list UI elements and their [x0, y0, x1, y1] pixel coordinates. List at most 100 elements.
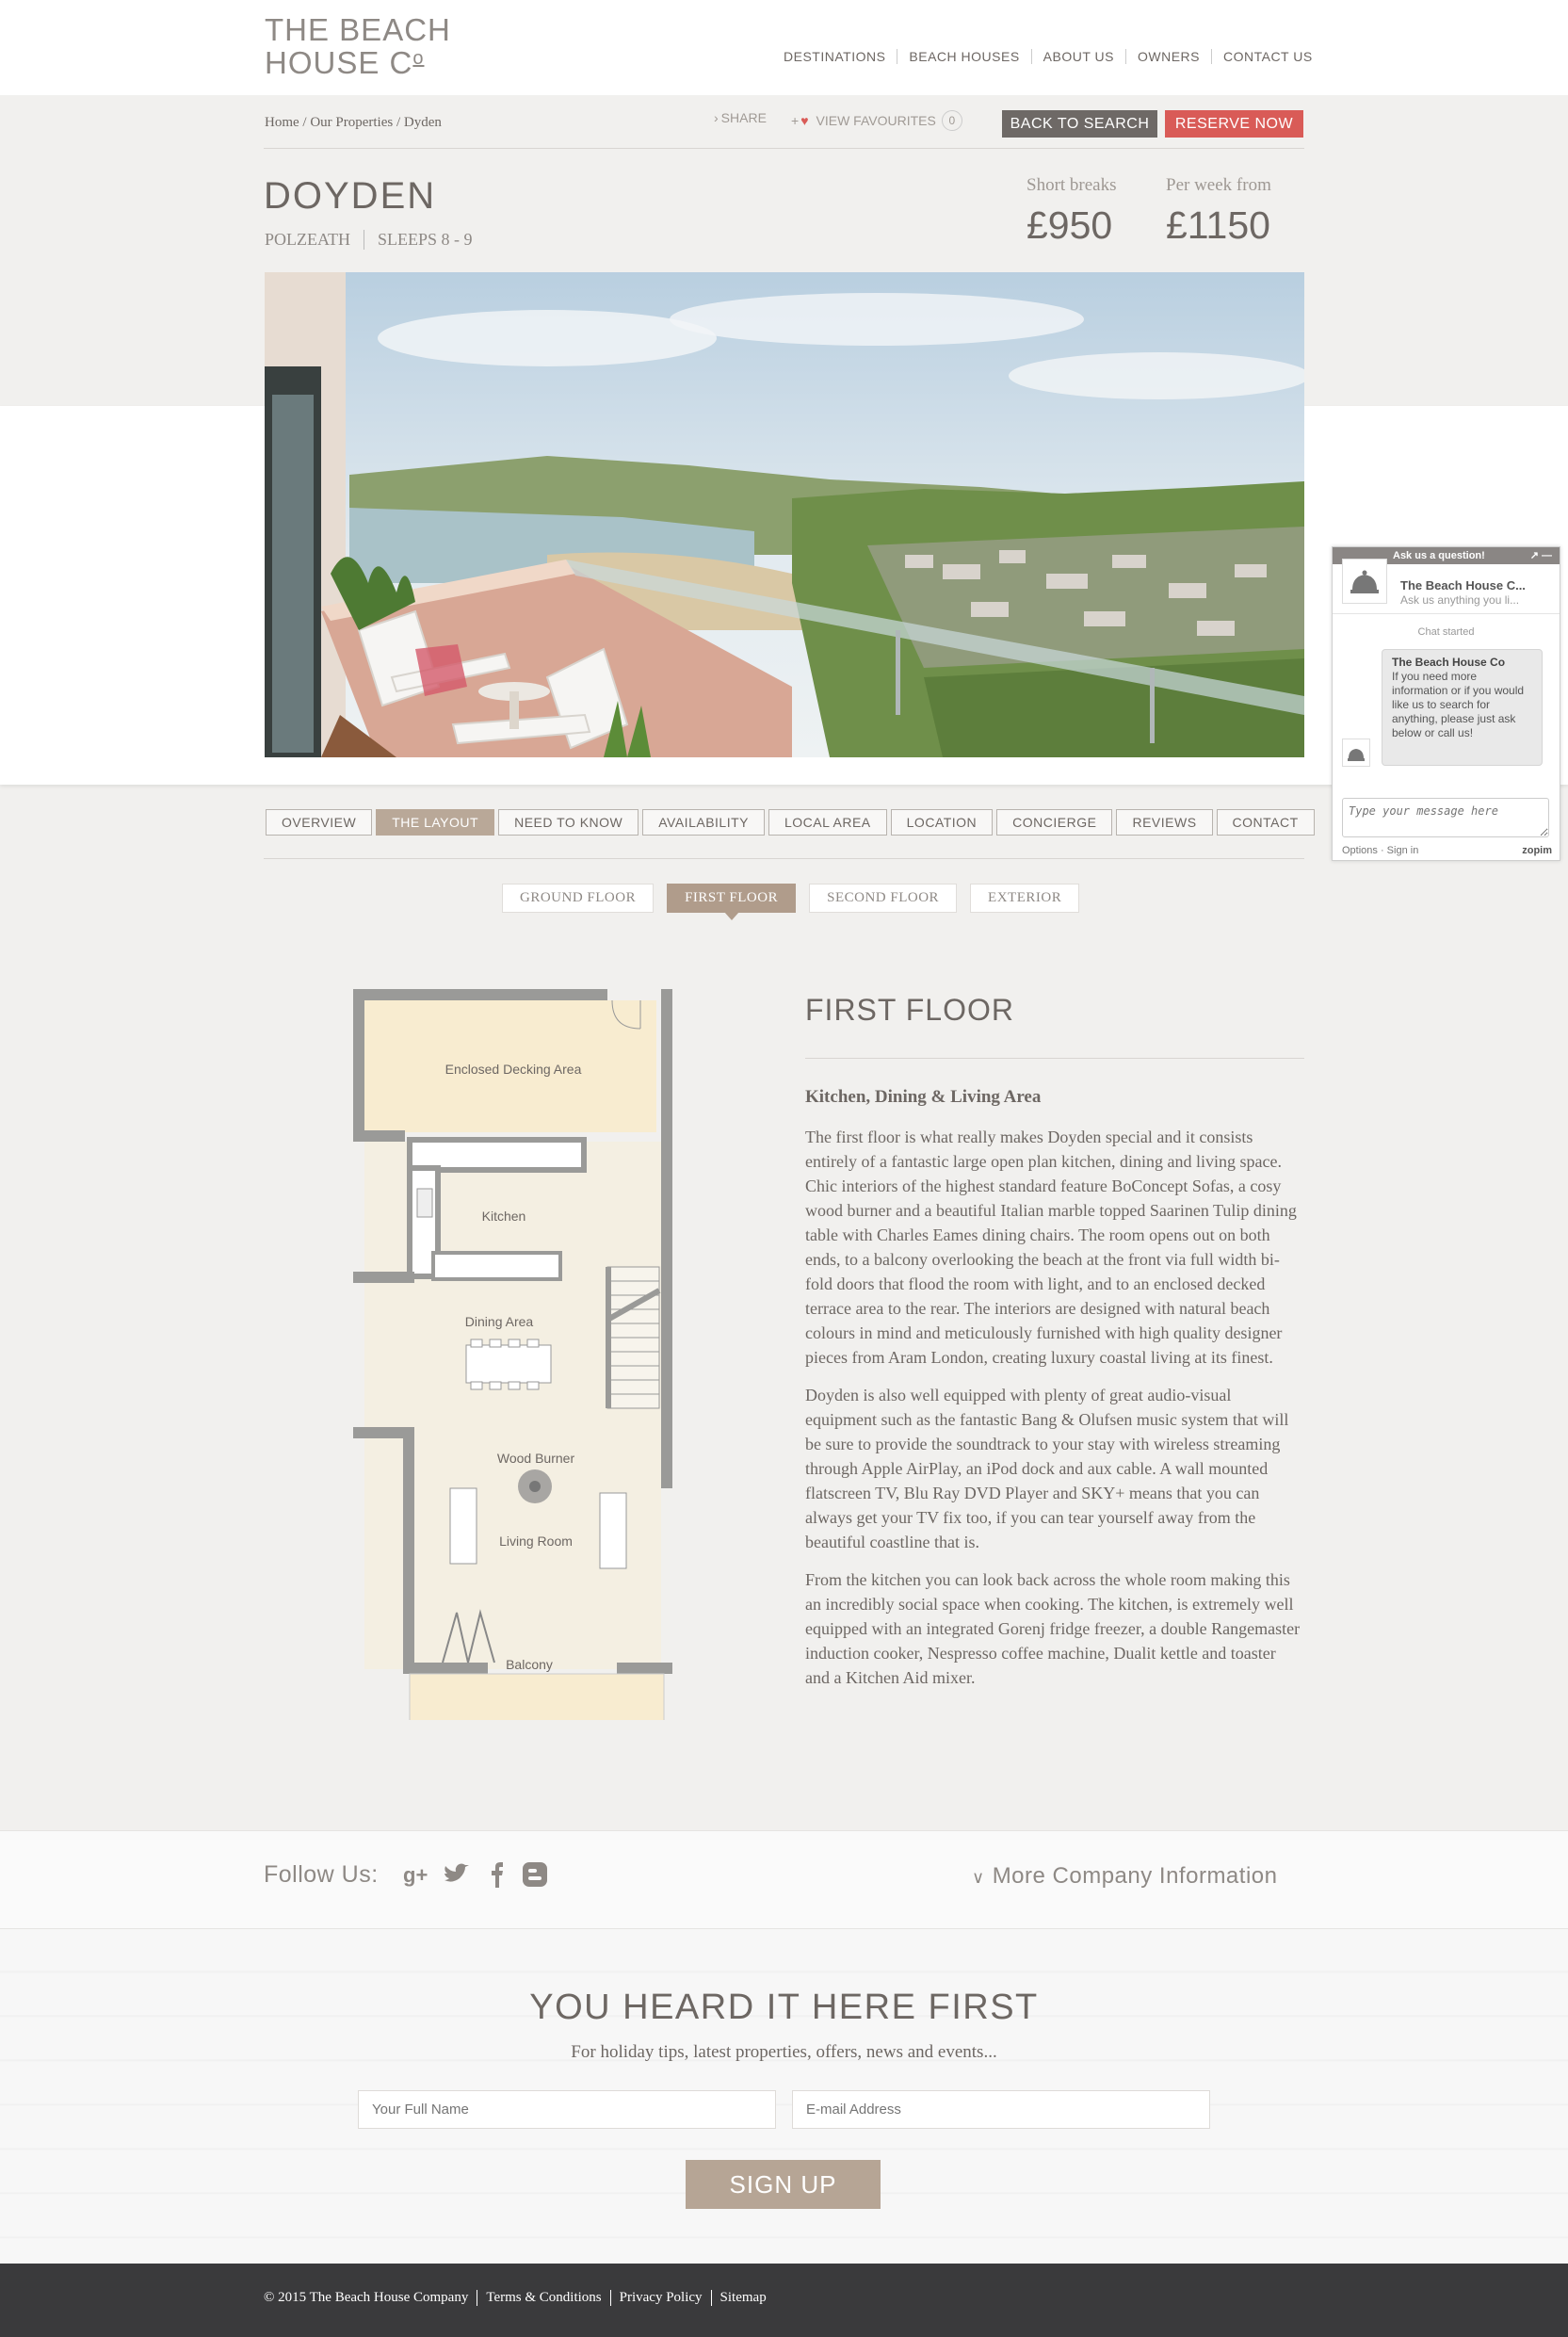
chat-widget[interactable]: Ask us a question! ↗ — The Beach House C…: [1332, 546, 1560, 861]
breadcrumb[interactable]: Home / Our Properties / Dyden: [265, 115, 442, 131]
per-week-value: £1150: [1166, 203, 1270, 247]
chat-brand[interactable]: zopim: [1522, 845, 1552, 856]
chat-message: The Beach House Co If you need more info…: [1382, 649, 1543, 766]
tab-availability[interactable]: AVAILABILITY: [642, 809, 765, 836]
chat-window-controls[interactable]: ↗ —: [1530, 547, 1552, 564]
divider: [264, 858, 1304, 859]
nav-contact-us[interactable]: CONTACT US: [1210, 49, 1324, 64]
email-input[interactable]: [792, 2090, 1210, 2129]
logo[interactable]: THE BEACH HOUSE Co: [265, 12, 451, 80]
logo-line-2: HOUSE C: [265, 45, 413, 80]
reserve-now-button[interactable]: RESERVE NOW: [1165, 110, 1303, 138]
per-week-label: Per week from: [1166, 175, 1271, 195]
sign-up-button[interactable]: SIGN UP: [686, 2160, 881, 2209]
more-company-info-toggle[interactable]: ∨ More Company Information: [972, 1863, 1277, 1890]
chat-header-title: Ask us a question!: [1393, 550, 1485, 561]
facebook-icon[interactable]: [482, 1859, 512, 1890]
newsletter-title: YOU HEARD IT HERE FIRST: [529, 1988, 1039, 2027]
google-plus-icon[interactable]: g+: [401, 1859, 431, 1890]
tab-local-area[interactable]: LOCAL AREA: [768, 809, 887, 836]
property-location: POLZEATH: [265, 230, 350, 249]
footer-link-sitemap[interactable]: Sitemap: [710, 2290, 775, 2306]
nav-about-us[interactable]: ABOUT US: [1030, 49, 1125, 64]
footer-link-terms[interactable]: Terms & Conditions: [477, 2290, 609, 2306]
tab-reviews[interactable]: REVIEWS: [1116, 809, 1213, 836]
floor-heading: FIRST FLOOR: [805, 993, 1014, 1027]
paragraph: Doyden is also well equipped with plenty…: [805, 1386, 1289, 1551]
logo-line-1: THE BEACH: [265, 12, 451, 47]
section-heading: Kitchen, Dining & Living Area: [805, 1087, 1042, 1107]
newsletter-subtitle: For holiday tips, latest properties, off…: [571, 2042, 997, 2062]
svg-text:g+: g+: [403, 1863, 428, 1887]
follow-bar: [0, 1830, 1568, 1929]
newsletter-section: [0, 1929, 1568, 2264]
room-label: Dining Area: [465, 1314, 534, 1329]
floor-selector: GROUND FLOOR FIRST FLOOR SECOND FLOOR EX…: [502, 884, 1080, 920]
share-label: SHARE: [720, 110, 767, 125]
chat-message-text: If you need more information or if you w…: [1392, 670, 1525, 739]
hero-image: [265, 272, 1304, 757]
share-link[interactable]: › SHARE: [714, 110, 767, 125]
per-week-price: Per week from £1150: [1166, 175, 1271, 248]
nav-owners[interactable]: OWNERS: [1124, 49, 1211, 64]
floor-plan: Enclosed Decking Area Kitchen Dining Are…: [353, 989, 675, 1764]
tab-the-layout[interactable]: THE LAYOUT: [376, 809, 495, 836]
add-icon: +: [791, 113, 800, 128]
favourites-label: VIEW FAVOURITES: [816, 113, 936, 128]
tab-need-to-know[interactable]: NEED TO KNOW: [498, 809, 639, 836]
floor-tab-ground[interactable]: GROUND FLOOR: [502, 884, 655, 913]
copyright: © 2015 The Beach House Company: [264, 2290, 469, 2305]
floor-tab-second[interactable]: SECOND FLOOR: [809, 884, 958, 913]
short-breaks-price: Short breaks £950: [1026, 175, 1117, 248]
nav-destinations[interactable]: DESTINATIONS: [772, 49, 897, 64]
bell-icon: [1342, 738, 1370, 767]
divider: [805, 1058, 1304, 1059]
room-label: Living Room: [499, 1534, 573, 1549]
property-sleeps: SLEEPS 8 - 9: [364, 230, 486, 250]
back-to-search-button[interactable]: BACK TO SEARCH: [1002, 110, 1157, 138]
paragraph: From the kitchen you can look back acros…: [805, 1570, 1301, 1687]
property-tabs: OVERVIEW THE LAYOUT NEED TO KNOW AVAILAB…: [266, 809, 1315, 836]
chat-agent-tagline: Ask us anything you li...: [1400, 593, 1520, 607]
tab-contact[interactable]: CONTACT: [1216, 809, 1315, 836]
main-nav: DESTINATIONS BEACH HOUSES ABOUT US OWNER…: [772, 49, 1324, 64]
property-title: DOYDEN: [264, 175, 437, 217]
footer: [0, 2264, 1568, 2337]
full-name-input[interactable]: [358, 2090, 776, 2129]
property-subtitle: POLZEATH SLEEPS 8 - 9: [265, 230, 486, 250]
blogger-icon[interactable]: [520, 1859, 550, 1890]
footer-links: © 2015 The Beach House Company Terms & C…: [264, 2290, 775, 2306]
share-icon: ›: [714, 110, 719, 125]
room-label: Kitchen: [482, 1209, 526, 1224]
twitter-icon[interactable]: [441, 1859, 471, 1890]
chevron-down-icon: ∨: [972, 1868, 985, 1887]
chat-options-link[interactable]: Options · Sign in: [1342, 845, 1418, 856]
logo-superscript: o: [412, 48, 425, 69]
short-breaks-value: £950: [1026, 203, 1113, 247]
room-label: Enclosed Decking Area: [445, 1062, 582, 1077]
favourites-count-badge: 0: [941, 110, 962, 131]
floor-tab-exterior[interactable]: EXTERIOR: [970, 884, 1080, 913]
divider: [1333, 613, 1560, 614]
nav-beach-houses[interactable]: BEACH HOUSES: [897, 49, 1030, 64]
chat-started-label: Chat started: [1417, 626, 1475, 638]
view-favourites-link[interactable]: + ♥ VIEW FAVOURITES 0: [791, 110, 962, 131]
tab-overview[interactable]: OVERVIEW: [266, 809, 373, 836]
short-breaks-label: Short breaks: [1026, 175, 1117, 195]
chat-message-input[interactable]: [1342, 798, 1549, 837]
chat-message-sender: The Beach House Co: [1392, 656, 1506, 669]
divider: [264, 148, 1304, 149]
room-label: Wood Burner: [497, 1451, 575, 1466]
heart-icon: ♥: [800, 113, 809, 128]
floor-tab-first[interactable]: FIRST FLOOR: [667, 884, 797, 920]
follow-label: Follow Us:: [264, 1861, 379, 1888]
more-company-info-label: More Company Information: [992, 1863, 1278, 1889]
footer-link-privacy[interactable]: Privacy Policy: [609, 2290, 711, 2306]
tab-concierge[interactable]: CONCIERGE: [996, 809, 1113, 836]
bell-icon: [1342, 559, 1387, 604]
room-label: Balcony: [506, 1657, 553, 1672]
site-header: THE BEACH HOUSE Co DESTINATIONS BEACH HO…: [0, 0, 1568, 95]
tab-location[interactable]: LOCATION: [890, 809, 994, 836]
chat-agent-name: The Beach House C...: [1400, 578, 1526, 592]
paragraph: The first floor is what really makes Doy…: [805, 1128, 1297, 1367]
